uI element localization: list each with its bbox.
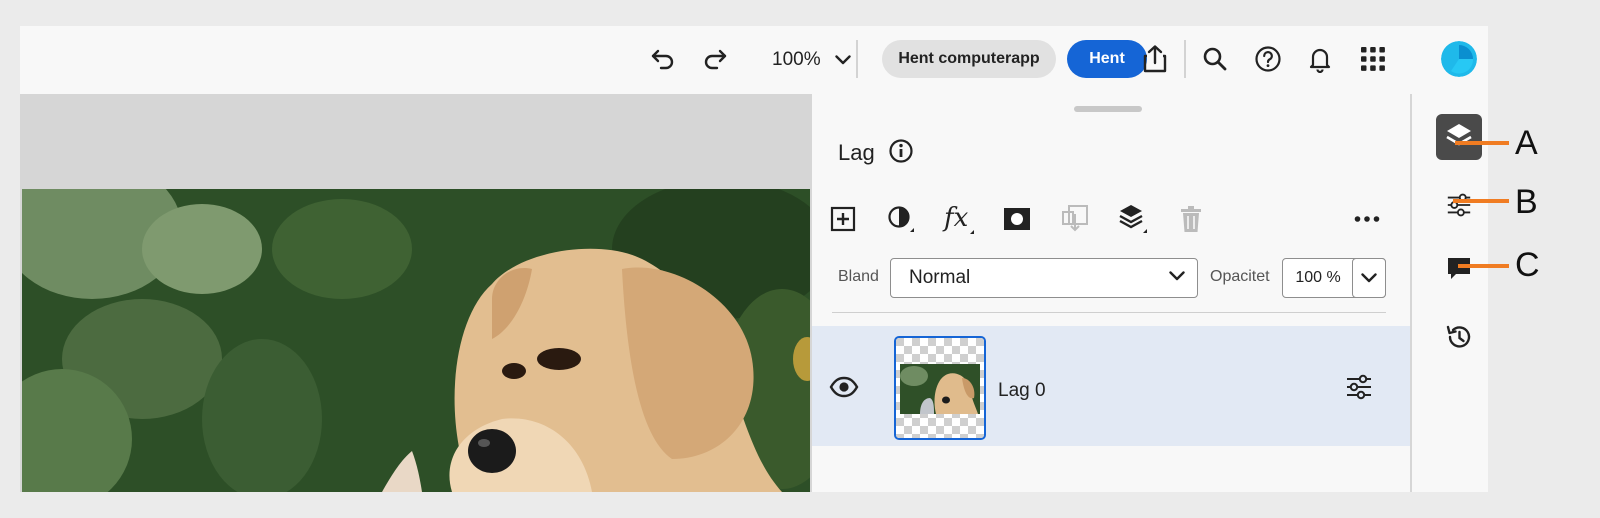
notification-bell-icon[interactable] xyxy=(1303,42,1337,76)
undo-icon[interactable] xyxy=(646,42,680,76)
callout-label-a: A xyxy=(1515,124,1538,162)
callout-line-c xyxy=(1458,264,1509,268)
rail-adjustments-button[interactable] xyxy=(1436,182,1482,228)
clipping-mask-icon xyxy=(1058,202,1092,236)
layer-thumbnail[interactable] xyxy=(894,336,986,440)
opacity-label: Opacitet xyxy=(1210,268,1270,285)
eye-icon[interactable] xyxy=(828,374,860,400)
blend-mode-value: Normal xyxy=(909,267,971,288)
svg-text:fx: fx xyxy=(942,203,969,233)
search-icon[interactable] xyxy=(1198,42,1232,76)
panel-drag-handle[interactable] xyxy=(1074,106,1142,112)
adjustments-icon xyxy=(1447,193,1471,217)
callout-label-b: B xyxy=(1515,183,1538,221)
callout-label-c: C xyxy=(1515,246,1540,284)
layer-stack-icon[interactable] xyxy=(1116,202,1150,236)
toolbar-divider xyxy=(856,40,858,78)
get-desktop-app-button[interactable]: Hent computerapp xyxy=(882,40,1056,78)
layers-panel: Lag fx Bland Normal Opacitet 100 % Lag 0 xyxy=(810,94,1410,492)
document-image[interactable] xyxy=(22,189,810,492)
panel-title: Lag xyxy=(838,140,875,165)
rail-layers-button[interactable] xyxy=(1436,114,1482,160)
blend-mode-select[interactable]: Normal xyxy=(890,258,1198,298)
delete-layer-icon xyxy=(1174,202,1208,236)
chevron-down-icon xyxy=(1361,272,1377,282)
layers-icon xyxy=(1446,124,1472,146)
layer-name: Lag 0 xyxy=(998,380,1046,401)
chevron-down-icon xyxy=(834,55,851,65)
apps-grid-icon[interactable] xyxy=(1356,42,1390,76)
canvas-area[interactable] xyxy=(20,94,810,492)
avatar[interactable] xyxy=(1441,41,1477,77)
panel-divider xyxy=(832,312,1386,313)
history-icon xyxy=(1446,325,1471,348)
get-button[interactable]: Hent xyxy=(1067,40,1147,78)
chevron-down-icon xyxy=(1169,271,1185,281)
comment-icon xyxy=(1448,258,1470,279)
rail-history-button[interactable] xyxy=(1436,314,1482,360)
zoom-dropdown[interactable]: 100% xyxy=(772,48,851,72)
callout-line-b xyxy=(1453,199,1509,203)
opacity-input[interactable] xyxy=(1283,259,1353,296)
zoom-value: 100% xyxy=(772,49,821,70)
rail-comments-button[interactable] xyxy=(1436,246,1482,292)
opacity-slider-toggle[interactable] xyxy=(1352,257,1386,298)
toolbar-divider xyxy=(1184,40,1186,78)
effects-fx-icon[interactable]: fx xyxy=(942,202,976,236)
add-mask-icon[interactable] xyxy=(1000,202,1034,236)
top-toolbar: 100% Hent computerapp Hent xyxy=(20,26,1488,92)
opacity-control xyxy=(1282,257,1386,298)
help-icon[interactable] xyxy=(1251,42,1285,76)
blend-mode-label: Bland xyxy=(838,268,879,285)
more-options-icon[interactable] xyxy=(1350,202,1384,236)
callout-line-a xyxy=(1455,141,1509,145)
info-icon[interactable] xyxy=(888,138,914,164)
add-layer-icon[interactable] xyxy=(826,202,860,236)
layer-properties-icon[interactable] xyxy=(1344,372,1374,402)
share-icon[interactable] xyxy=(1138,42,1172,76)
layer-row[interactable]: Lag 0 xyxy=(812,326,1410,446)
redo-icon[interactable] xyxy=(698,42,732,76)
right-rail xyxy=(1410,94,1488,492)
adjustment-layer-icon[interactable] xyxy=(884,202,918,236)
app-window: 100% Hent computerapp Hent Lag fx Bland … xyxy=(20,26,1488,492)
